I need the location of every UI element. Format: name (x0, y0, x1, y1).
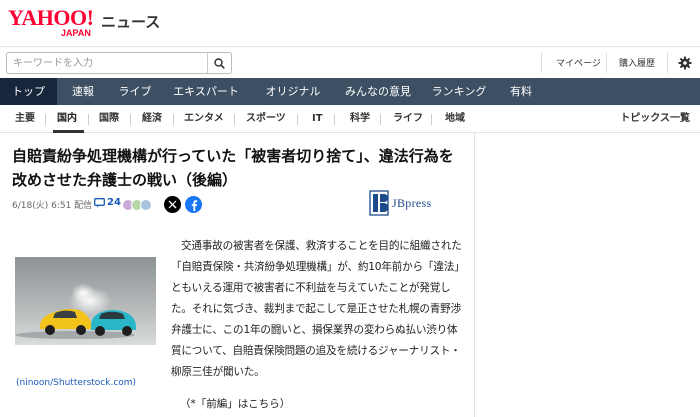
article-title: 自賠責紛争処理機構が行っていた「被害者切り捨て」、違法行為を改めさせた弁護士の戦… (12, 147, 454, 189)
purchase-history-link[interactable]: 購入履歴 (619, 56, 655, 69)
comment-count-button[interactable]: 24 (94, 197, 121, 208)
gear-icon[interactable] (678, 56, 692, 70)
gnav-item-ranking[interactable]: ランキング (421, 78, 497, 105)
site-header: YAHOO! JAPAN ニュース (0, 0, 700, 46)
topics-list-link[interactable]: トピックス一覧 (620, 105, 690, 133)
active-tab-indicator (53, 130, 84, 133)
category-nav: 主要 国内 国際 経済 エンタメ スポーツ IT 科学 ライフ 地域 トピックス… (0, 105, 700, 133)
share-x-button[interactable] (164, 196, 181, 213)
divider (234, 114, 235, 125)
search-button[interactable] (207, 53, 231, 73)
divider (431, 114, 432, 125)
column-divider (474, 133, 475, 417)
divider (88, 114, 89, 125)
photo-credit: (ninoon/Shutterstock.com) (16, 378, 137, 388)
facebook-logo-icon (191, 199, 197, 211)
gnav-item-live[interactable]: ライブ (109, 78, 161, 105)
search-input[interactable] (6, 52, 232, 74)
yahoo-japan-logo[interactable]: YAHOO! JAPAN (8, 5, 94, 38)
cat-item-sports[interactable]: スポーツ (246, 105, 286, 133)
article-photo[interactable] (15, 257, 156, 345)
cat-item-domestic[interactable]: 国内 (57, 105, 77, 133)
article-body: 交通事故の被害者を保護、救済することを目的に組織された「自賠責保険・共済紛争処理… (171, 240, 465, 378)
divider (130, 114, 131, 125)
cat-item-life[interactable]: ライフ (393, 105, 423, 133)
search-icon (214, 57, 225, 69)
share-facebook-button[interactable] (185, 196, 202, 213)
news-section-title[interactable]: ニュース (101, 11, 160, 32)
publisher-name: JBpress (392, 195, 432, 210)
car-collision-image (15, 257, 156, 345)
cat-item-international[interactable]: 国際 (99, 105, 119, 133)
gnav-item-breaking[interactable]: 速報 (57, 78, 109, 105)
cat-item-main[interactable]: 主要 (15, 105, 35, 133)
divider (334, 114, 335, 125)
jbpress-emblem-icon (369, 190, 389, 216)
divider (380, 114, 381, 125)
logo-main-text: YAHOO! (8, 5, 94, 30)
commenter-avatars (122, 199, 156, 211)
global-nav: トップ 速報 ライブ エキスパート オリジナル みんなの意見 ランキング 有料 (0, 78, 700, 105)
gnav-item-opinions[interactable]: みんなの意見 (335, 78, 421, 105)
cat-item-entertainment[interactable]: エンタメ (184, 105, 224, 133)
article-date: 6/18(火) 6:51 配信 (12, 201, 93, 211)
divider (667, 53, 668, 73)
gnav-item-paid[interactable]: 有料 (497, 78, 545, 105)
cat-item-economy[interactable]: 経済 (142, 105, 162, 133)
avatar (140, 199, 152, 211)
logo-sub-text: JAPAN (61, 28, 91, 38)
comment-count: 24 (107, 197, 121, 208)
cat-item-it[interactable]: IT (312, 105, 323, 133)
publisher-logo[interactable]: JBpress (369, 190, 431, 216)
search-bar-row: マイページ 購入履歴 (0, 46, 700, 78)
cat-item-science[interactable]: 科学 (350, 105, 370, 133)
gnav-item-expert[interactable]: エキスパート (161, 78, 251, 105)
divider (606, 53, 607, 73)
gnav-item-original[interactable]: オリジナル (251, 78, 335, 105)
mypage-link[interactable]: マイページ (556, 56, 601, 69)
divider (173, 114, 174, 125)
x-logo-icon (168, 200, 177, 209)
divider (297, 114, 298, 125)
divider (45, 114, 46, 125)
cat-item-local[interactable]: 地域 (445, 105, 465, 133)
divider (541, 53, 542, 73)
comment-icon (94, 197, 105, 207)
previous-part-link[interactable]: （*「前編」はこちら） (180, 396, 290, 411)
gnav-item-top[interactable]: トップ (0, 78, 57, 105)
